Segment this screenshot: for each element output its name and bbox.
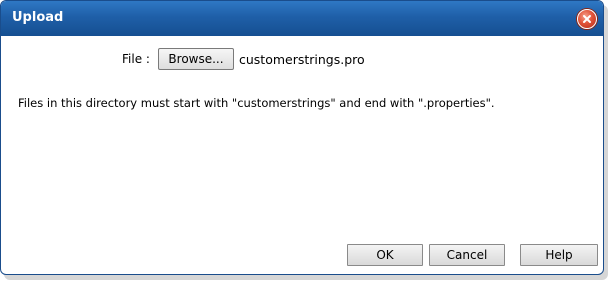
- help-button[interactable]: Help: [520, 244, 598, 266]
- ok-button[interactable]: OK: [347, 244, 423, 266]
- upload-dialog: Upload File : Browse... customerstrings.…: [0, 0, 604, 275]
- title-bar[interactable]: Upload: [1, 1, 603, 36]
- browse-button[interactable]: Browse...: [158, 48, 234, 70]
- selected-file-name: customerstrings.pro: [239, 52, 365, 67]
- info-message: Files in this directory must start with …: [18, 96, 495, 110]
- close-x-icon: [583, 15, 591, 23]
- close-button[interactable]: [577, 9, 597, 29]
- cancel-button[interactable]: Cancel: [429, 244, 505, 266]
- dialog-title: Upload: [12, 10, 64, 25]
- file-label: File :: [122, 52, 150, 66]
